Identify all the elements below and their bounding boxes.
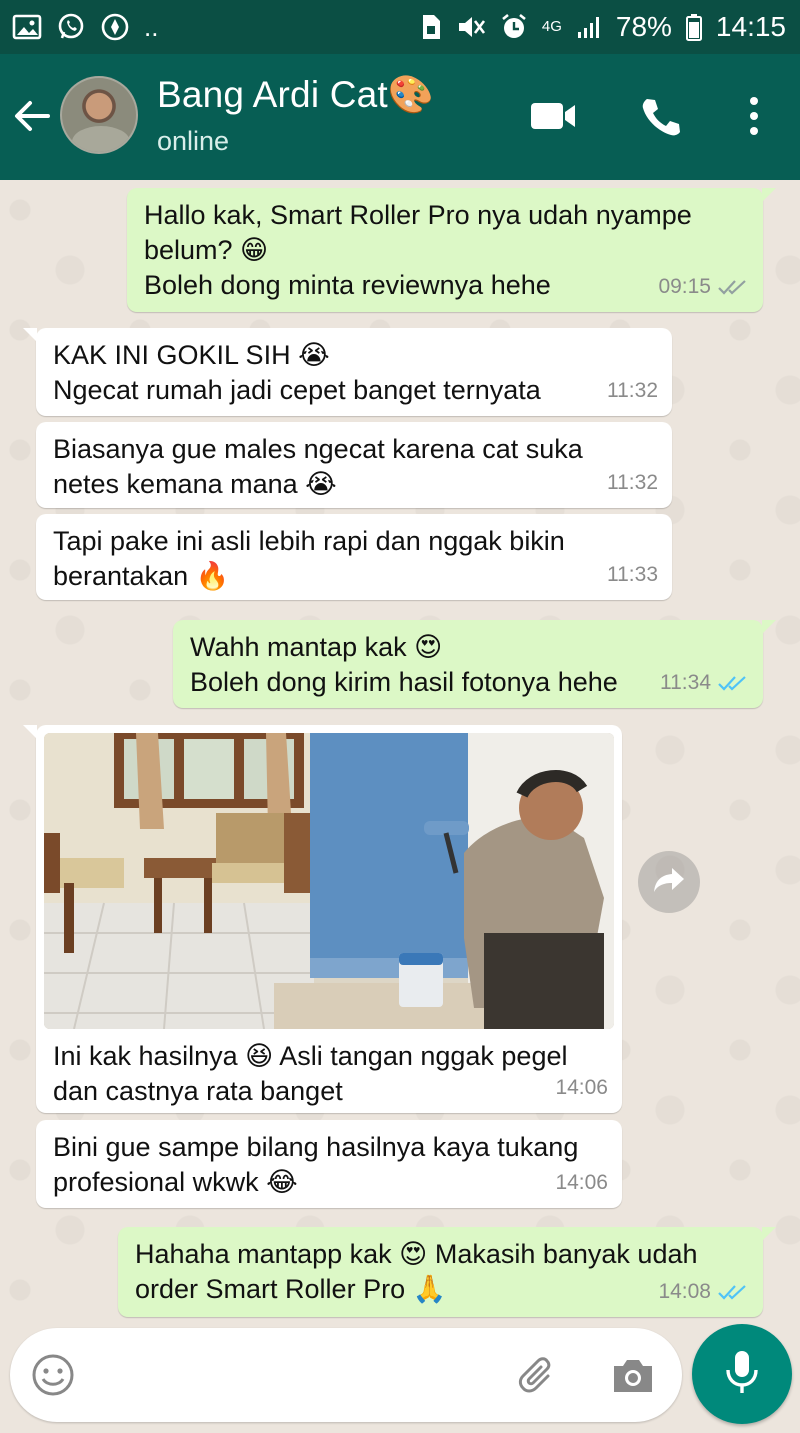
message-meta: 11:32 [607, 465, 658, 500]
incoming-message[interactable]: Bini gue sampe bilang hasilnya kaya tuka… [36, 1120, 622, 1208]
message-time: 14:08 [658, 1280, 711, 1303]
message-meta: 11:33 [607, 557, 658, 592]
message-text: belum? 😁 [144, 235, 269, 265]
status-bar: .. 4G 78% 14:15 [0, 0, 800, 54]
video-call-icon[interactable] [528, 94, 578, 138]
message-time: 09:15 [658, 275, 711, 298]
contact-status: online [157, 126, 230, 156]
clock: 14:15 [715, 11, 786, 42]
alarm-icon [500, 13, 528, 41]
message-time: 11:32 [607, 379, 658, 402]
message-meta: 14:08 [658, 1274, 749, 1309]
more-notifications-dots: .. [144, 11, 159, 42]
forward-icon [652, 866, 686, 899]
message-input[interactable] [96, 1356, 496, 1396]
back-arrow-icon[interactable] [10, 94, 54, 138]
read-receipt-icon [717, 1283, 749, 1301]
message-text: Biasanya gue males ngecat karena cat suk… [53, 434, 583, 464]
signal-icon [576, 14, 602, 40]
incoming-photo-message[interactable]: Ini kak hasilnya 😆 Asli tangan nggak peg… [23, 725, 622, 1113]
message-text: Boleh dong minta reviewnya hehe [144, 270, 551, 300]
voice-call-icon[interactable] [636, 94, 684, 138]
contact-name[interactable]: Bang Ardi Cat🎨 [157, 74, 434, 117]
message-meta: 09:15 [658, 269, 749, 304]
message-time: 11:32 [607, 471, 658, 494]
message-meta: 11:32 [607, 373, 658, 408]
message-text: KAK INI GOKIL SIH 😭 [53, 340, 330, 370]
whatsapp-icon [56, 12, 86, 42]
compass-icon [100, 12, 130, 42]
message-text: berantakan 🔥 [53, 561, 230, 591]
message-time: 11:34 [660, 671, 711, 694]
message-text: dan castnya rata banget [53, 1076, 343, 1106]
incoming-message[interactable]: Biasanya gue males ngecat karena cat suk… [36, 422, 672, 508]
outgoing-message[interactable]: Hahaha mantapp kak 😍 Makasih banyak udah… [118, 1227, 776, 1317]
message-text: order Smart Roller Pro 🙏 [135, 1274, 447, 1304]
forward-button[interactable] [638, 851, 700, 913]
emoji-icon[interactable] [30, 1352, 76, 1398]
message-text: Wahh mantap kak 😍 [190, 632, 443, 662]
message-time: 11:33 [607, 563, 658, 586]
incoming-message[interactable]: Tapi pake ini asli lebih rapi dan nggak … [36, 514, 672, 600]
message-meta: 11:34 [660, 665, 749, 700]
outgoing-message[interactable]: Hallo kak, Smart Roller Pro nya udah nya… [127, 188, 776, 312]
painting-result-photo[interactable] [44, 733, 614, 1029]
read-receipt-icon [717, 278, 749, 296]
sim-icon [420, 13, 442, 41]
message-input-bar [10, 1328, 682, 1422]
message-text: netes kemana mana 😭 [53, 469, 337, 499]
read-receipt-icon [717, 674, 749, 692]
microphone-icon [722, 1348, 762, 1401]
chat-header: Bang Ardi Cat🎨 online [0, 54, 800, 180]
mute-icon [456, 13, 486, 41]
battery-percent: 78% [615, 11, 672, 42]
outgoing-message[interactable]: Wahh mantap kak 😍 Boleh dong kirim hasil… [173, 620, 776, 708]
message-text: Ngecat rumah jadi cepet banget ternyata [53, 375, 541, 405]
image-icon [12, 13, 42, 41]
battery-icon [685, 13, 702, 41]
message-text: Ini kak hasilnya 😆 Asli tangan nggak peg… [53, 1041, 568, 1071]
message-text: Hallo kak, Smart Roller Pro nya udah nya… [144, 200, 692, 230]
message-meta: 14:06 [555, 1165, 608, 1200]
message-text: Bini gue sampe bilang hasilnya kaya tuka… [53, 1132, 579, 1162]
message-text: profesional wkwk 😂 [53, 1167, 298, 1197]
message-time: 14:06 [555, 1076, 608, 1099]
message-text: Tapi pake ini asli lebih rapi dan nggak … [53, 526, 565, 556]
contact-avatar[interactable] [60, 76, 138, 154]
message-time: 14:06 [555, 1171, 608, 1194]
message-meta: 14:06 [555, 1070, 608, 1105]
camera-icon[interactable] [610, 1352, 656, 1398]
chat-area[interactable]: Hallo kak, Smart Roller Pro nya udah nya… [0, 180, 800, 1330]
attach-icon[interactable] [516, 1352, 562, 1398]
network-type-label: 4G [541, 18, 562, 35]
incoming-message[interactable]: KAK INI GOKIL SIH 😭 Ngecat rumah jadi ce… [23, 328, 672, 416]
more-options-icon[interactable] [742, 94, 766, 138]
message-text: Hahaha mantapp kak 😍 Makasih banyak udah [135, 1239, 698, 1269]
voice-record-button[interactable] [692, 1324, 792, 1424]
